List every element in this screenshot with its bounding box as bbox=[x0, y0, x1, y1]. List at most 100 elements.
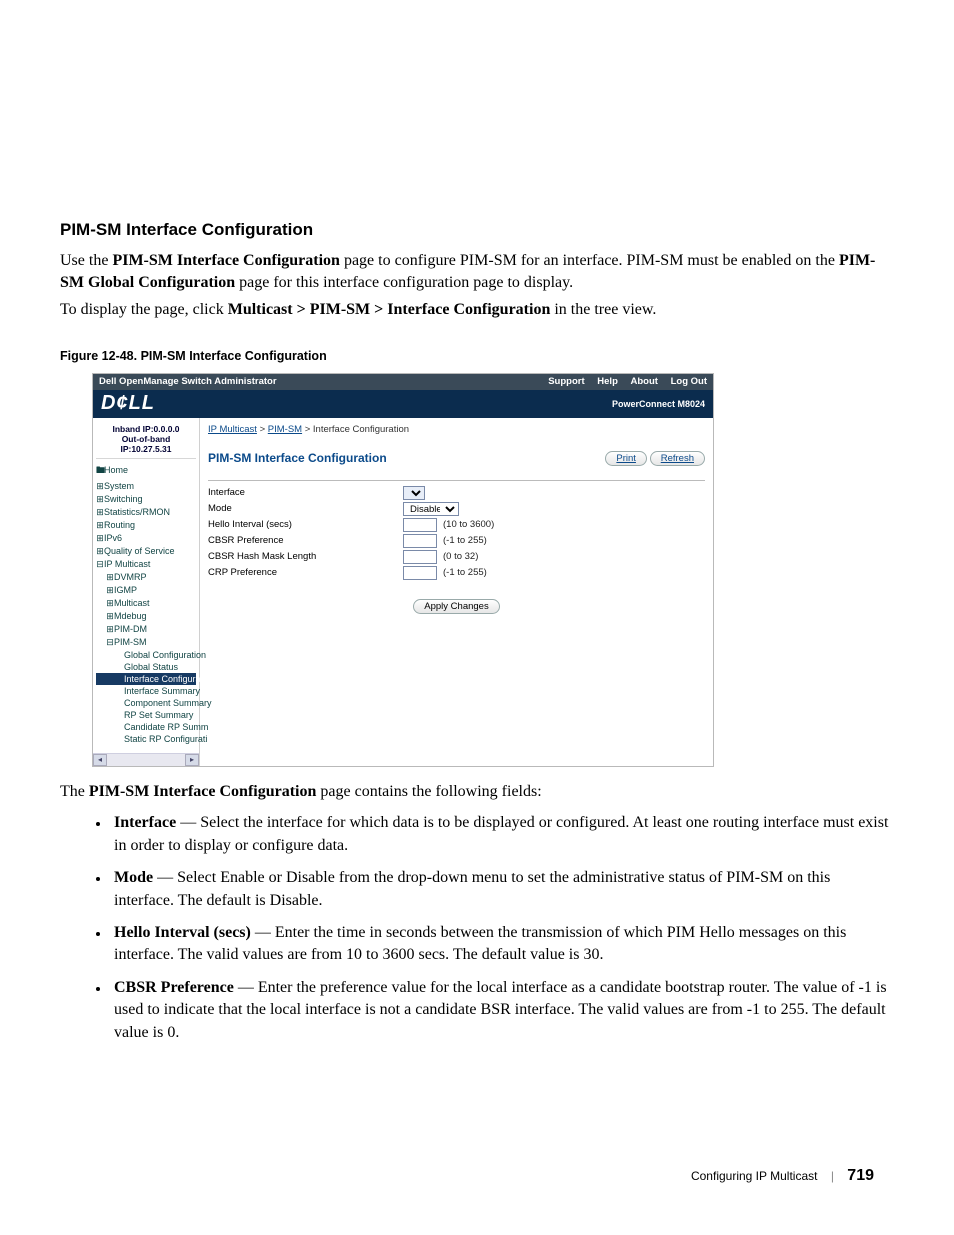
nav-label: Routing bbox=[104, 520, 135, 530]
hint-hello-interval: (10 to 3600) bbox=[443, 519, 494, 530]
config-form: Interface Mode Disable Hello Interval (s… bbox=[208, 480, 705, 614]
fields-lead: The PIM-SM Interface Configuration page … bbox=[60, 781, 894, 803]
text: in the tree view. bbox=[550, 301, 656, 318]
nav-ip-multicast[interactable]: ⊟IP Multicast bbox=[96, 558, 196, 571]
cbsr-preference-input[interactable] bbox=[403, 534, 437, 548]
nav-home[interactable]: 🖿Home bbox=[96, 462, 196, 480]
figure-caption: Figure 12-48. PIM-SM Interface Configura… bbox=[60, 349, 894, 363]
figure-screenshot: Dell OpenManage Switch Administrator Sup… bbox=[92, 373, 714, 767]
nav-pimsm-global-status[interactable]: Global Status bbox=[96, 661, 196, 673]
page-footer: Configuring IP Multicast | 719 bbox=[691, 1167, 874, 1185]
row-mode: Mode Disable bbox=[208, 501, 705, 517]
term: PIM-SM Interface Configuration bbox=[89, 783, 317, 800]
nav-tree[interactable]: Inband IP:0.0.0.0 Out-of-band IP:10.27.5… bbox=[93, 418, 200, 766]
label-cbsr-preference: CBSR Preference bbox=[208, 535, 403, 546]
nav-label: IP Multicast bbox=[104, 559, 150, 569]
scroll-right-icon[interactable]: ▸ bbox=[185, 754, 199, 766]
nav-qos[interactable]: ⊞Quality of Service bbox=[96, 545, 196, 558]
scroll-left-icon[interactable]: ◂ bbox=[93, 754, 107, 766]
nav-switching[interactable]: ⊞Switching bbox=[96, 493, 196, 506]
nav-horizontal-scrollbar[interactable]: ◂ ▸ bbox=[93, 753, 199, 766]
footer-page-number: 719 bbox=[847, 1167, 874, 1184]
nav-label: IGMP bbox=[114, 585, 137, 595]
nav-pimsm-candidate-rp[interactable]: Candidate RP Summ bbox=[96, 721, 196, 733]
nav-pimsm-iface-config[interactable]: Interface Configurat bbox=[96, 673, 196, 685]
nav-igmp[interactable]: ⊞IGMP bbox=[96, 584, 196, 597]
refresh-button[interactable]: Refresh bbox=[650, 451, 705, 466]
row-hello-interval: Hello Interval (secs) (10 to 3600) bbox=[208, 517, 705, 533]
nav-label: Component Summary bbox=[124, 698, 212, 708]
nav-pim-sm[interactable]: ⊟PIM-SM bbox=[96, 636, 196, 649]
field-interface: Interface — Select the interface for whi… bbox=[110, 812, 894, 857]
intro-paragraph-1: Use the PIM-SM Interface Configuration p… bbox=[60, 250, 894, 293]
text: The bbox=[60, 783, 89, 800]
nav-pimsm-static-rp[interactable]: Static RP Configurati bbox=[96, 733, 196, 745]
nav-ipv6[interactable]: ⊞IPv6 bbox=[96, 532, 196, 545]
hint-cbsr-hash-mask: (0 to 32) bbox=[443, 551, 478, 562]
field-term: Hello Interval (secs) bbox=[114, 924, 251, 941]
nav-mdebug[interactable]: ⊞Mdebug bbox=[96, 610, 196, 623]
nav-pimsm-rp-set-summary[interactable]: RP Set Summary bbox=[96, 709, 196, 721]
nav-stats-rmon[interactable]: ⊞Statistics/RMON bbox=[96, 506, 196, 519]
nav-label: Interface Configurat bbox=[124, 674, 203, 684]
nav-label: PIM-SM bbox=[114, 637, 147, 647]
nav-system[interactable]: ⊞System bbox=[96, 480, 196, 493]
crumb-ip-multicast[interactable]: IP Multicast bbox=[208, 424, 257, 435]
breadcrumb: IP Multicast > PIM-SM > Interface Config… bbox=[208, 422, 705, 441]
link-help[interactable]: Help bbox=[597, 376, 618, 387]
field-cbsr-preference: CBSR Preference — Enter the preference v… bbox=[110, 977, 894, 1044]
link-about[interactable]: About bbox=[631, 376, 658, 387]
cbsr-hash-mask-input[interactable] bbox=[403, 550, 437, 564]
field-desc: — Select Enable or Disable from the drop… bbox=[114, 869, 830, 908]
nav-pimsm-component-summary[interactable]: Component Summary bbox=[96, 697, 196, 709]
inband-ip: Inband IP:0.0.0.0 bbox=[96, 424, 196, 434]
nav-pim-dm[interactable]: ⊞PIM-DM bbox=[96, 623, 196, 636]
row-cbsr-hash-mask: CBSR Hash Mask Length (0 to 32) bbox=[208, 549, 705, 565]
field-mode: Mode — Select Enable or Disable from the… bbox=[110, 867, 894, 912]
nav-pimsm-iface-summary[interactable]: Interface Summary bbox=[96, 685, 196, 697]
text: page for this interface configuration pa… bbox=[235, 274, 573, 291]
hint-cbsr-preference: (-1 to 255) bbox=[443, 535, 487, 546]
nav-label: Statistics/RMON bbox=[104, 507, 170, 517]
nav-label: RP Set Summary bbox=[124, 710, 193, 720]
label-crp-preference: CRP Preference bbox=[208, 567, 403, 578]
label-hello-interval: Hello Interval (secs) bbox=[208, 519, 403, 530]
oob-ip: Out-of-band IP:10.27.5.31 bbox=[96, 434, 196, 454]
content-pane: IP Multicast > PIM-SM > Interface Config… bbox=[200, 418, 713, 766]
field-term: CBSR Preference bbox=[114, 979, 234, 996]
hello-interval-input[interactable] bbox=[403, 518, 437, 532]
term-pimsm-iface-config: PIM-SM Interface Configuration bbox=[112, 252, 340, 269]
app-topbar: Dell OpenManage Switch Administrator Sup… bbox=[93, 374, 713, 390]
footer-chapter: Configuring IP Multicast bbox=[691, 1169, 818, 1183]
crp-preference-input[interactable] bbox=[403, 566, 437, 580]
nav-label: Candidate RP Summ bbox=[124, 722, 208, 732]
nav-dvmrp[interactable]: ⊞DVMRP bbox=[96, 571, 196, 584]
link-support[interactable]: Support bbox=[548, 376, 584, 387]
text: page contains the following fields: bbox=[316, 783, 541, 800]
model-label: PowerConnect M8024 bbox=[612, 399, 705, 409]
nav-path: Multicast > PIM-SM > Interface Configura… bbox=[228, 301, 551, 318]
hint-crp-preference: (-1 to 255) bbox=[443, 567, 487, 578]
mode-select[interactable]: Disable bbox=[403, 502, 459, 516]
nav-pimsm-global-config[interactable]: Global Configuration bbox=[96, 649, 196, 661]
nav-label: Static RP Configurati bbox=[124, 734, 207, 744]
row-crp-preference: CRP Preference (-1 to 255) bbox=[208, 565, 705, 581]
page-actions: Print Refresh bbox=[605, 451, 705, 466]
interface-select[interactable] bbox=[403, 486, 425, 500]
nav-routing[interactable]: ⊞Routing bbox=[96, 519, 196, 532]
field-hello-interval: Hello Interval (secs) — Enter the time i… bbox=[110, 922, 894, 967]
label-interface: Interface bbox=[208, 487, 403, 498]
text: Use the bbox=[60, 252, 112, 269]
nav-home-label: Home bbox=[104, 465, 128, 475]
ip-summary: Inband IP:0.0.0.0 Out-of-band IP:10.27.5… bbox=[96, 422, 196, 460]
crumb-pim-sm[interactable]: PIM-SM bbox=[268, 424, 302, 435]
print-button[interactable]: Print bbox=[605, 451, 647, 466]
link-logout[interactable]: Log Out bbox=[671, 376, 707, 387]
nav-label: Global Status bbox=[124, 662, 178, 672]
row-cbsr-preference: CBSR Preference (-1 to 255) bbox=[208, 533, 705, 549]
crumb-current: Interface Configuration bbox=[313, 424, 409, 435]
apply-changes-button[interactable]: Apply Changes bbox=[413, 599, 499, 614]
intro-paragraph-2: To display the page, click Multicast > P… bbox=[60, 299, 894, 321]
nav-multicast[interactable]: ⊞Multicast bbox=[96, 597, 196, 610]
field-term: Interface bbox=[114, 814, 176, 831]
